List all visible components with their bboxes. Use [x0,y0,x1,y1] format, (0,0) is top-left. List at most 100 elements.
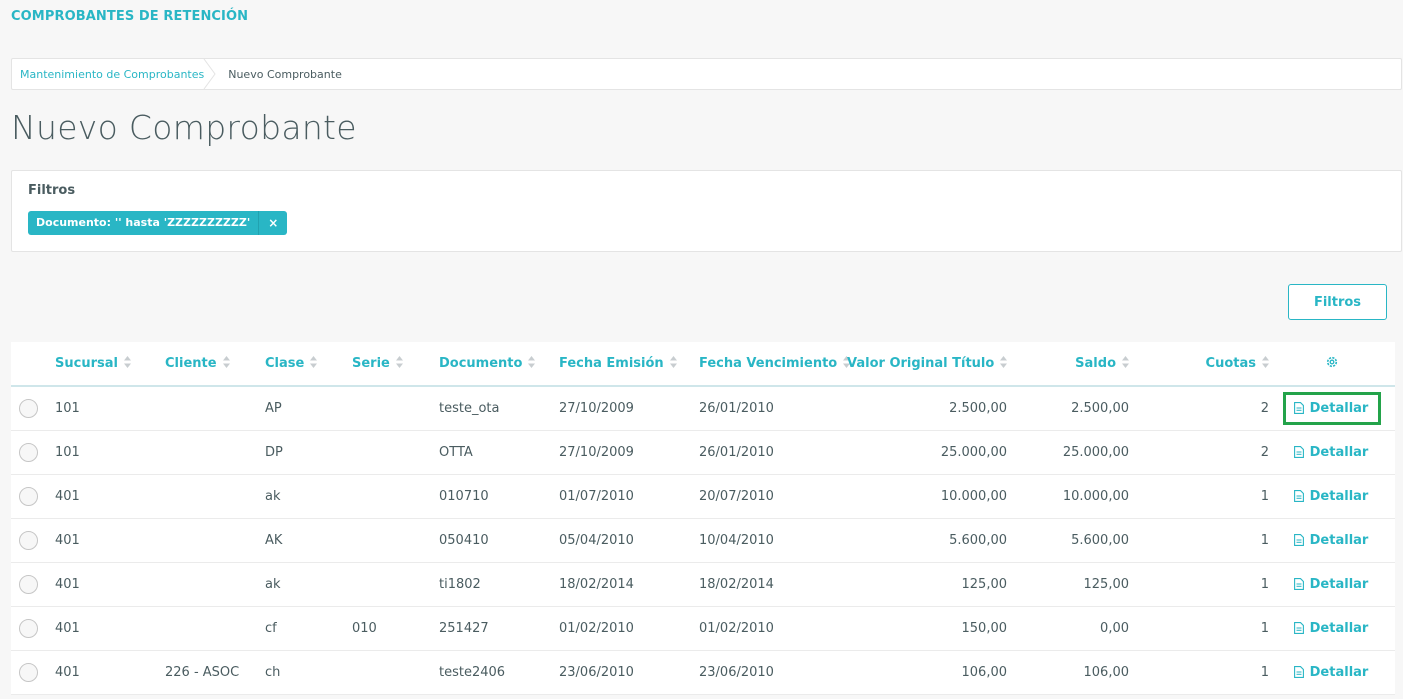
row-radio[interactable] [19,618,38,638]
cell-saldo: 106,00 [1083,664,1130,680]
sort-icon [395,356,403,368]
table-row[interactable]: 401 cf 010 251427 01/02/2010 01/02/2010 150,00… [11,606,1395,650]
table-row[interactable]: 401 AK 050410 05/04/2010 10/04/2010 5.600,00 5… [11,518,1395,562]
filters-button[interactable]: Filtros [1288,284,1387,320]
detail-link[interactable]: Detallar [1283,656,1382,689]
row-action-cell: Detallar [1269,386,1395,430]
column-header[interactable]: Fecha Vencimiento [699,342,851,386]
cell-serie [352,562,439,606]
row-radio[interactable] [19,662,38,682]
cell-sucursal: 401 [55,488,80,504]
select-column-header [11,342,55,386]
document-icon [1293,534,1304,546]
cell-cliente [165,562,265,606]
document-icon [1293,446,1304,458]
cell-vencimiento: 23/06/2010 [699,664,774,680]
column-header[interactable]: Cliente [165,342,265,386]
detail-link[interactable]: Detallar [1283,568,1382,601]
gear-icon[interactable] [1325,355,1339,369]
cell-valor: 25.000,00 [940,444,1007,460]
cell-emision: 18/02/2014 [559,576,634,592]
sort-icon [669,356,677,368]
cell-serie [352,650,439,694]
column-header[interactable]: Sucursal [55,342,165,386]
document-icon [1293,578,1304,590]
cell-cliente [165,386,265,430]
sort-icon [1122,356,1129,368]
detail-link-label: Detallar [1309,488,1369,504]
table-row[interactable]: 101 AP teste_ota 27/10/2009 26/01/2010 2.500,… [11,386,1395,430]
detail-link-label: Detallar [1309,576,1369,592]
cell-sucursal: 401 [55,620,80,636]
row-radio[interactable] [19,530,38,550]
column-header[interactable]: Clase [265,342,352,386]
cell-vencimiento: 20/07/2010 [699,488,774,504]
column-header[interactable]: Serie [352,342,439,386]
column-header[interactable]: Valor Original Título [847,342,1011,386]
cell-saldo: 25.000,00 [1062,444,1129,460]
page-title: Nuevo Comprobante [11,108,357,147]
cell-valor: 2.500,00 [949,400,1007,416]
cell-cuotas: 1 [1260,664,1269,680]
row-radio[interactable] [19,574,38,594]
detail-link[interactable]: Detallar [1283,612,1382,645]
cell-serie: 010 [352,620,377,636]
table-row[interactable]: 401 ak 010710 01/07/2010 20/07/2010 10.000,00… [11,474,1395,518]
row-select-cell [11,650,55,694]
table-row[interactable]: 401 ak ti1802 18/02/2014 18/02/2014 125,00 125… [11,562,1395,606]
table-row[interactable]: 401 226 - ASOC ch teste2406 23/06/2010 23/06/… [11,650,1395,694]
cell-clase: ak [265,488,281,504]
detail-link[interactable]: Detallar [1282,391,1382,425]
detail-link[interactable]: Detallar [1283,524,1382,557]
cell-valor: 106,00 [961,664,1008,680]
sort-icon [310,356,318,368]
cell-documento: teste2406 [439,664,506,680]
row-action-cell: Detallar [1269,562,1395,606]
filters-panel: Filtros Documento: '' hasta 'ZZZZZZZZZZ'… [11,170,1402,252]
column-header[interactable]: Saldo [1011,342,1133,386]
breadcrumb-separator-icon [203,59,216,89]
column-header[interactable]: Fecha Emisión [559,342,699,386]
cell-saldo: 0,00 [1100,620,1129,636]
cell-documento: ti1802 [439,576,481,592]
cell-valor: 150,00 [961,620,1008,636]
row-select-cell [11,518,55,562]
cell-cliente [165,606,265,650]
cell-cuotas: 1 [1260,532,1269,548]
cell-vencimiento: 01/02/2010 [699,620,774,636]
cell-emision: 27/10/2009 [559,400,634,416]
cell-cuotas: 2 [1260,444,1269,460]
detail-link[interactable]: Detallar [1283,480,1382,513]
close-icon[interactable]: × [258,211,287,235]
cell-serie [352,474,439,518]
cell-vencimiento: 10/04/2010 [699,532,774,548]
row-action-cell: Detallar [1269,518,1395,562]
cell-saldo: 2.500,00 [1071,400,1129,416]
filters-label: Filtros [28,183,76,198]
cell-cliente [165,430,265,474]
cell-clase: AP [265,400,282,416]
row-radio[interactable] [19,398,38,418]
filter-chip: Documento: '' hasta 'ZZZZZZZZZZ' × [28,211,288,235]
cell-documento: 251427 [439,620,489,636]
row-select-cell [11,386,55,430]
column-header[interactable]: Cuotas [1133,342,1269,386]
cell-cliente [165,474,265,518]
column-header[interactable]: Documento [439,342,559,386]
cell-documento: 050410 [439,532,489,548]
cell-vencimiento: 26/01/2010 [699,444,774,460]
detail-link[interactable]: Detallar [1283,436,1382,469]
cell-serie [352,430,439,474]
table-row[interactable]: 101 DP OTTA 27/10/2009 26/01/2010 25.000,00 25… [11,430,1395,474]
cell-vencimiento: 18/02/2014 [699,576,774,592]
table-body: 101 AP teste_ota 27/10/2009 26/01/2010 2.500,… [11,386,1395,694]
breadcrumb-parent-link[interactable]: Mantenimiento de Comprobantes [12,59,218,89]
cell-clase: AK [265,532,283,548]
document-icon [1293,402,1304,415]
row-radio[interactable] [19,486,38,506]
row-radio[interactable] [19,442,38,462]
cell-clase: ch [265,664,281,680]
row-action-cell: Detallar [1269,430,1395,474]
cell-sucursal: 101 [55,444,80,460]
detail-link-label: Detallar [1309,444,1369,460]
